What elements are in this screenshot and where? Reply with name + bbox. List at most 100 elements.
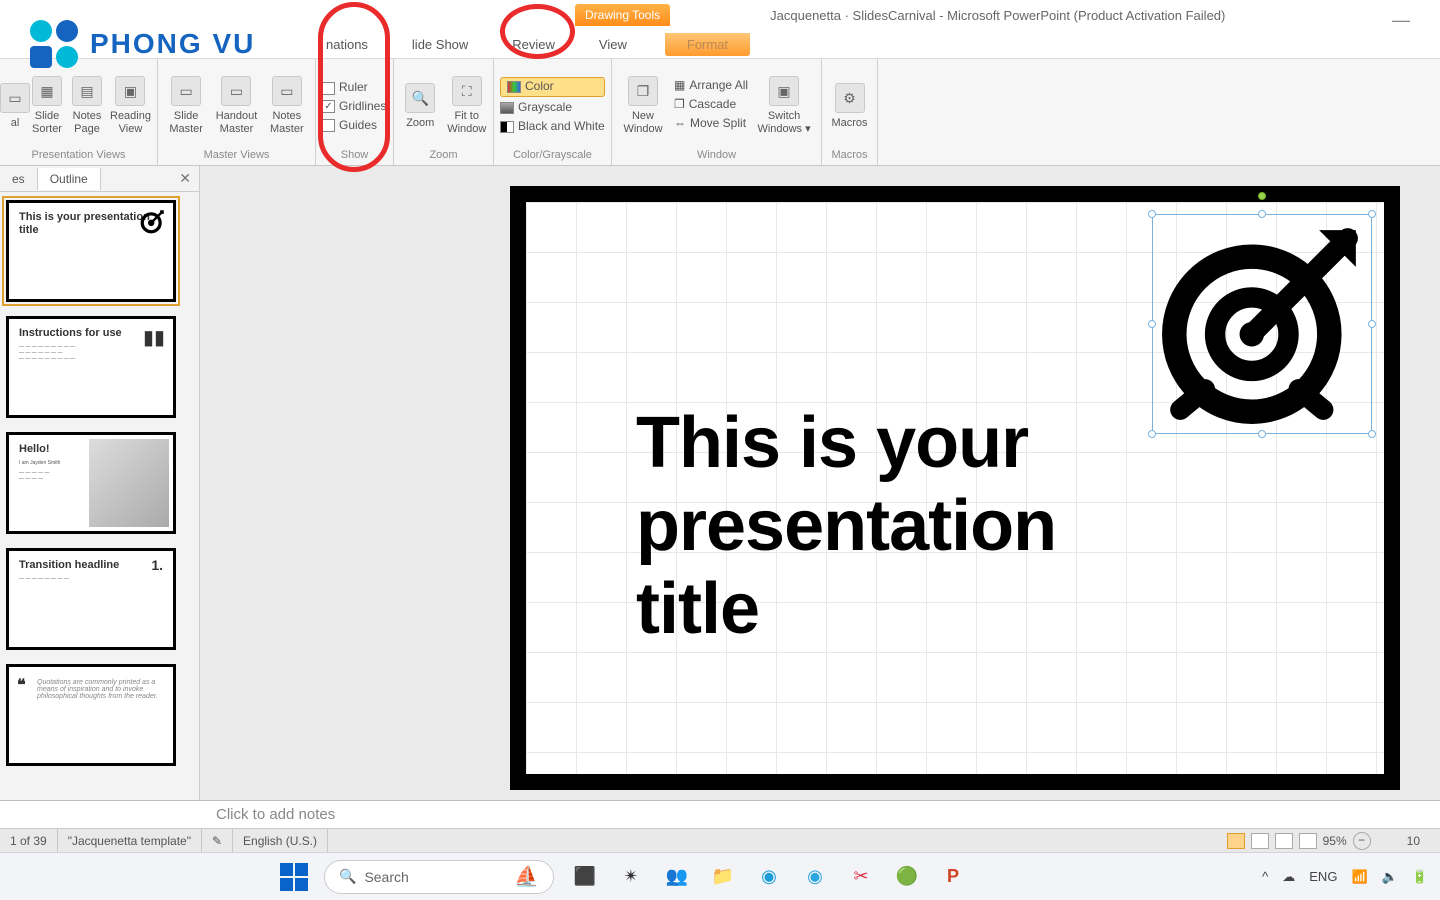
reading-view-icon[interactable]	[1275, 833, 1293, 849]
group-master-views: ▭Slide Master ▭Handout Master ▭Notes Mas…	[158, 59, 316, 165]
slide-thumbnail[interactable]: Hello! I am Jayden Smith — — — — —— — — …	[6, 432, 176, 534]
bw-mode-button[interactable]: Black and White	[500, 119, 605, 135]
pane-tabs: es Outline ✕	[0, 166, 199, 192]
thumbnail-list[interactable]: This is your presentation title ▮▮ Instr…	[0, 192, 199, 800]
thumb-title: Transition headline	[19, 559, 163, 572]
system-tray: ^ ☁ ENG 📶 🔈 🔋	[1262, 869, 1428, 885]
slide-thumbnail[interactable]: ❝ Quotations are commonly printed as a m…	[6, 664, 176, 766]
group-label: Show	[322, 147, 387, 163]
gridlines-checkbox[interactable]: ✓Gridlines	[322, 99, 386, 115]
panetab-slides[interactable]: es	[0, 168, 38, 190]
status-right-number: 10	[1407, 834, 1420, 848]
move-split-button[interactable]: ⇔Move Split	[674, 116, 748, 132]
powerpoint-icon[interactable]: P	[938, 862, 968, 892]
overlay-logo: PHONG VU	[28, 18, 255, 70]
edge-icon[interactable]: ◉	[754, 862, 784, 892]
resize-handle[interactable]	[1258, 210, 1266, 218]
tab-format[interactable]: Format	[665, 33, 750, 56]
resize-handle[interactable]	[1368, 430, 1376, 438]
sorter-view-icon[interactable]	[1251, 833, 1269, 849]
slide-counter[interactable]: 1 of 39	[0, 829, 58, 852]
panetab-outline[interactable]: Outline	[38, 168, 101, 190]
close-pane-icon[interactable]: ✕	[179, 170, 191, 187]
status-bar: 1 of 39 "Jacquenetta template" ✎ English…	[0, 828, 1440, 852]
section-number: 1.	[151, 557, 163, 573]
minimize-icon[interactable]: —	[1392, 10, 1410, 31]
quote-icon: ❝	[17, 675, 26, 695]
spellcheck-icon[interactable]: ✎	[202, 829, 233, 852]
language-status[interactable]: English (U.S.)	[233, 829, 328, 852]
normal-view-button[interactable]: ▭al	[6, 81, 24, 130]
switch-windows-button[interactable]: ▣Switch Windows ▾	[754, 74, 814, 135]
tab-animations[interactable]: nations	[320, 33, 374, 56]
chrome-icon[interactable]: 🟢	[892, 862, 922, 892]
resize-handle[interactable]	[1148, 210, 1156, 218]
notes-placeholder: Click to add notes	[216, 806, 335, 823]
battery-icon[interactable]: 🔋	[1412, 869, 1428, 885]
slideshow-view-icon[interactable]	[1299, 833, 1317, 849]
notes-master-button[interactable]: ▭Notes Master	[265, 74, 309, 135]
arrange-all-button[interactable]: ▦Arrange All	[674, 78, 748, 94]
guides-checkbox[interactable]: Guides	[322, 118, 386, 134]
task-view-icon[interactable]: ⬛	[570, 862, 600, 892]
new-window-button[interactable]: ❐New Window	[618, 74, 668, 135]
edge-icon-2[interactable]: ◉	[800, 862, 830, 892]
slide-sorter-button[interactable]: ▦Slide Sorter	[30, 74, 64, 135]
volume-icon[interactable]: 🔈	[1382, 869, 1398, 885]
slide-thumbnail[interactable]: ▮▮ Instructions for use — — — — — — — — …	[6, 316, 176, 418]
magnifier-icon: 🔍	[405, 83, 435, 113]
slide-editor[interactable]: This is your presentation title	[200, 166, 1440, 800]
tab-review[interactable]: Review	[506, 33, 561, 56]
normal-view-icon[interactable]	[1227, 833, 1245, 849]
grayscale-mode-button[interactable]: Grayscale	[500, 100, 605, 116]
handout-master-button[interactable]: ▭Handout Master	[214, 74, 258, 135]
contextual-tab-drawing-tools[interactable]: Drawing Tools	[575, 4, 670, 26]
language-indicator[interactable]: ENG	[1309, 869, 1337, 884]
template-name[interactable]: "Jacquenetta template"	[58, 829, 202, 852]
copilot-icon[interactable]: ✴	[616, 862, 646, 892]
zoom-out-button[interactable]: −	[1353, 832, 1371, 850]
explorer-icon[interactable]: 📁	[708, 862, 738, 892]
selected-shape-target[interactable]	[1152, 214, 1372, 434]
zoom-level[interactable]: 95%	[1323, 834, 1347, 848]
taskbar-search[interactable]: 🔍 Search ⛵	[324, 860, 554, 894]
reading-view-button[interactable]: ▣Reading View	[110, 74, 151, 135]
group-macros: ⚙Macros Macros	[822, 59, 878, 165]
notes-page-button[interactable]: ▤Notes Page	[70, 74, 104, 135]
tab-slideshow[interactable]: lide Show	[406, 33, 474, 56]
resize-handle[interactable]	[1148, 320, 1156, 328]
slide-canvas[interactable]: This is your presentation title	[510, 186, 1400, 790]
photo-placeholder	[89, 439, 169, 527]
cloud-icon[interactable]: ☁	[1282, 869, 1295, 885]
thumb-title: Instructions for use	[19, 327, 163, 340]
snip-icon[interactable]: ✂	[846, 862, 876, 892]
group-presentation-views: ▭al ▦Slide Sorter ▤Notes Page ▣Reading V…	[0, 59, 158, 165]
resize-handle[interactable]	[1368, 320, 1376, 328]
fit-to-window-button[interactable]: ⛶Fit to Window	[447, 74, 488, 135]
slide-title-text[interactable]: This is your presentation title	[636, 402, 1056, 650]
teams-icon[interactable]: 👥	[662, 862, 692, 892]
search-placeholder: Search	[364, 869, 408, 885]
ruler-checkbox[interactable]: Ruler	[322, 80, 386, 96]
group-label: Color/Grayscale	[500, 147, 605, 163]
macros-button[interactable]: ⚙Macros	[828, 81, 871, 130]
zoom-button[interactable]: 🔍Zoom	[400, 81, 441, 130]
color-mode-button[interactable]: Color	[500, 77, 605, 97]
tray-expand-icon[interactable]: ^	[1262, 869, 1268, 884]
resize-handle[interactable]	[1258, 430, 1266, 438]
group-window: ❐New Window ▦Arrange All ❐Cascade ⇔Move …	[612, 59, 822, 165]
wifi-icon[interactable]: 📶	[1351, 869, 1367, 885]
rotate-handle[interactable]	[1258, 192, 1266, 200]
cascade-button[interactable]: ❐Cascade	[674, 97, 748, 113]
slide-thumbnail[interactable]: 1. Transition headline — — — — — — — —	[6, 548, 176, 650]
resize-handle[interactable]	[1148, 430, 1156, 438]
slide-thumbnail[interactable]: This is your presentation title	[6, 200, 176, 302]
tab-view[interactable]: View	[593, 33, 633, 56]
resize-handle[interactable]	[1368, 210, 1376, 218]
target-arrow-icon	[1160, 222, 1364, 426]
slide-master-button[interactable]: ▭Slide Master	[164, 74, 208, 135]
group-label: Window	[618, 147, 815, 163]
notes-pane[interactable]: Click to add notes	[0, 800, 1440, 828]
window-title: Jacquenetta · SlidesCarnival - Microsoft…	[770, 8, 1225, 23]
start-button[interactable]	[280, 863, 308, 891]
